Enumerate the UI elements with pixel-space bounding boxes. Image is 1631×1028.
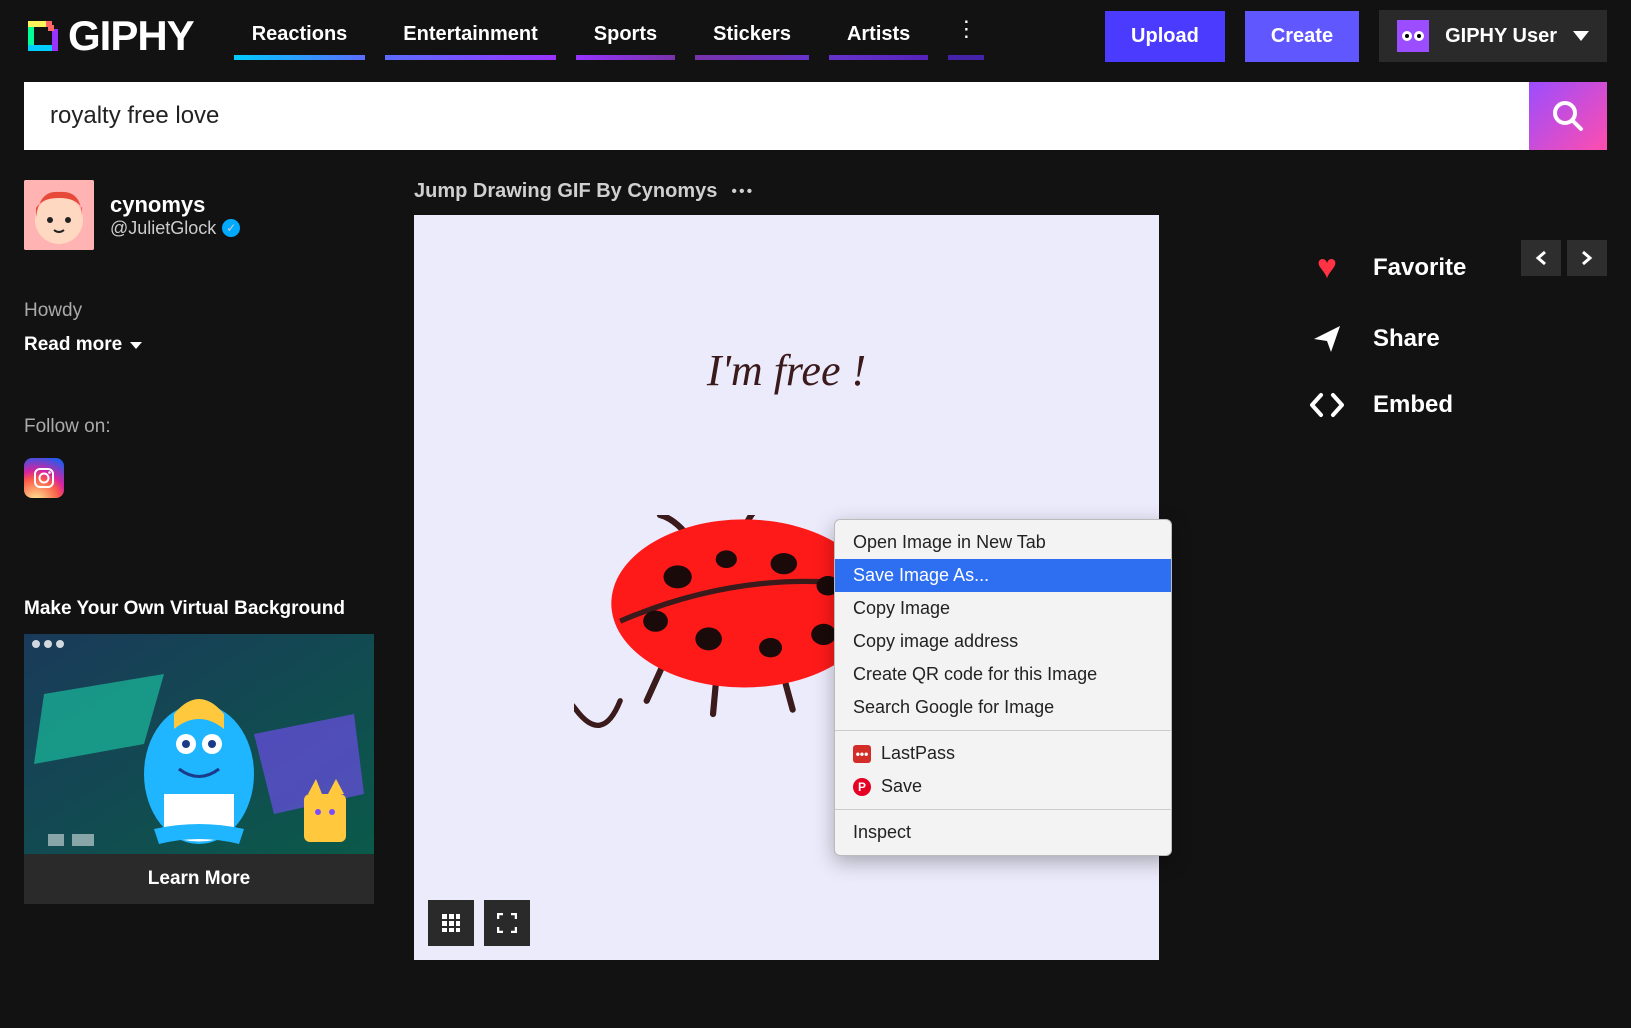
ctx-save-label: Save — [881, 776, 922, 797]
ctx-lastpass[interactable]: ••• LastPass — [835, 737, 1171, 770]
logo-icon — [24, 17, 62, 55]
main-nav: Reactions Entertainment Sports Stickers … — [234, 13, 985, 60]
creator-avatar — [24, 180, 94, 250]
header: GIPHY Reactions Entertainment Sports Sti… — [0, 0, 1631, 72]
heart-icon: ♥ — [1307, 248, 1347, 287]
grid-view-button[interactable] — [428, 900, 474, 946]
nav-sports[interactable]: Sports — [576, 13, 675, 60]
sidebar: cynomys @JulietGlock ✓ Howdy Read more F… — [24, 180, 374, 960]
nav-more-icon[interactable]: ⋮ — [948, 13, 984, 60]
gif-caption: I'm free ! — [707, 345, 866, 396]
fullscreen-button[interactable] — [484, 900, 530, 946]
logo[interactable]: GIPHY — [24, 12, 194, 60]
fullscreen-icon — [497, 913, 517, 933]
ctx-create-qr[interactable]: Create QR code for this Image — [835, 658, 1171, 691]
read-more-button[interactable]: Read more — [24, 334, 374, 356]
share-label: Share — [1373, 325, 1440, 353]
favorite-label: Favorite — [1373, 254, 1466, 282]
embed-button[interactable]: Embed — [1307, 373, 1607, 437]
bio-greeting: Howdy — [24, 300, 374, 322]
search-button[interactable] — [1529, 82, 1607, 150]
promo-card[interactable] — [24, 634, 374, 854]
ctx-divider — [835, 730, 1171, 731]
nav-artists[interactable]: Artists — [829, 13, 928, 60]
nav-stickers[interactable]: Stickers — [695, 13, 809, 60]
prev-gif-button[interactable] — [1521, 240, 1561, 276]
follow-on-label: Follow on: — [24, 416, 374, 438]
avatar — [1397, 20, 1429, 52]
ctx-divider — [835, 809, 1171, 810]
search-icon — [1551, 99, 1585, 133]
create-button[interactable]: Create — [1245, 11, 1359, 62]
lastpass-icon: ••• — [853, 745, 871, 763]
chevron-right-icon — [1581, 250, 1593, 266]
search-bar — [24, 82, 1607, 150]
creator-handle: @JulietGlock — [110, 218, 216, 239]
ctx-copy-image[interactable]: Copy Image — [835, 592, 1171, 625]
ctx-lastpass-label: LastPass — [881, 743, 955, 764]
user-name: GIPHY User — [1445, 25, 1557, 48]
ctx-inspect[interactable]: Inspect — [835, 816, 1171, 849]
chevron-down-icon — [1573, 31, 1589, 41]
nav-entertainment[interactable]: Entertainment — [385, 13, 555, 60]
brand-text: GIPHY — [68, 12, 194, 60]
grid-icon — [441, 913, 461, 933]
ctx-search-google[interactable]: Search Google for Image — [835, 691, 1171, 724]
chevron-down-icon — [130, 342, 142, 349]
upload-button[interactable]: Upload — [1105, 11, 1225, 62]
more-options-icon[interactable]: ••• — [731, 183, 754, 201]
promo-title: Make Your Own Virtual Background — [24, 598, 374, 620]
creator-profile[interactable]: cynomys @JulietGlock ✓ — [24, 180, 374, 250]
chevron-left-icon — [1535, 250, 1547, 266]
context-menu: Open Image in New Tab Save Image As... C… — [834, 519, 1172, 856]
ctx-save-image-as[interactable]: Save Image As... — [835, 559, 1171, 592]
user-menu[interactable]: GIPHY User — [1379, 10, 1607, 62]
embed-label: Embed — [1373, 391, 1453, 419]
window-dots-icon — [32, 640, 64, 648]
embed-icon — [1307, 392, 1347, 418]
search-input[interactable] — [24, 82, 1529, 150]
creator-name: cynomys — [110, 192, 240, 218]
nav-reactions[interactable]: Reactions — [234, 13, 366, 60]
next-gif-button[interactable] — [1567, 240, 1607, 276]
instagram-icon[interactable] — [24, 458, 64, 498]
share-button[interactable]: Share — [1307, 305, 1607, 373]
gif-title: Jump Drawing GIF By Cynomys — [414, 180, 717, 203]
main-content: cynomys @JulietGlock ✓ Howdy Read more F… — [0, 180, 1631, 960]
read-more-label: Read more — [24, 334, 122, 356]
pinterest-icon: P — [853, 778, 871, 796]
ctx-copy-image-address[interactable]: Copy image address — [835, 625, 1171, 658]
share-icon — [1307, 323, 1347, 355]
learn-more-button[interactable]: Learn More — [24, 854, 374, 904]
ctx-pinterest-save[interactable]: P Save — [835, 770, 1171, 803]
verified-icon: ✓ — [222, 219, 240, 237]
ctx-open-new-tab[interactable]: Open Image in New Tab — [835, 526, 1171, 559]
gif-actions: ♥ Favorite Share Embed — [1307, 180, 1607, 960]
